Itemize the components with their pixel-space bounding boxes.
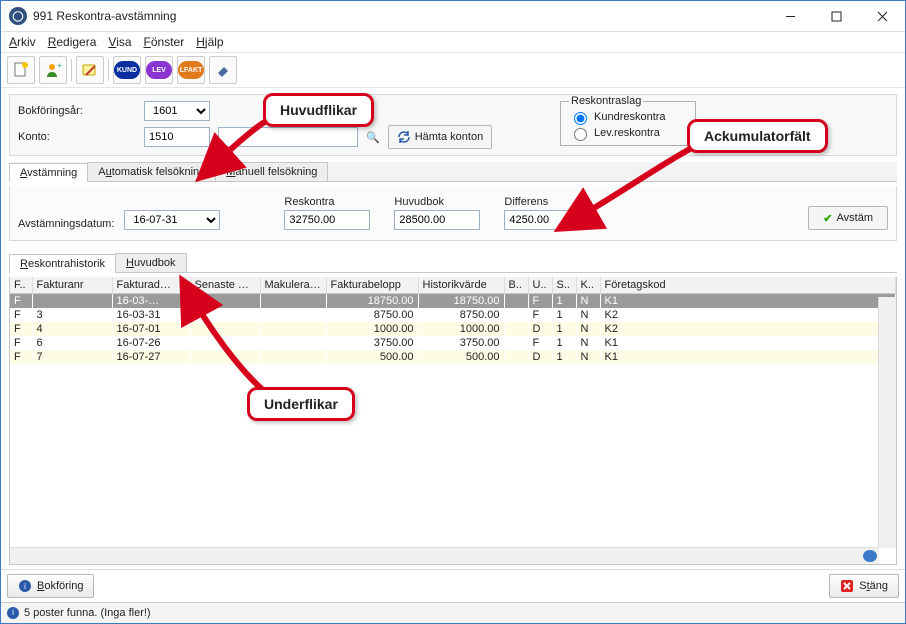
eraser-button[interactable] — [209, 56, 237, 84]
avstam-label: Avstäm — [837, 212, 873, 224]
lfakt-pill-label: LFAKT — [178, 61, 204, 79]
ledger-icon: i — [18, 579, 32, 593]
reskontraslag-group: Reskontraslag Kundreskontra Lev.reskontr… — [560, 95, 696, 146]
avstamningsdatum-label: Avstämningsdatum: — [18, 218, 114, 230]
close-red-icon — [840, 579, 854, 593]
check-icon: ✔ — [823, 212, 832, 225]
col-senaste[interactable]: Senaste … — [190, 277, 260, 294]
toolbar: + KUND LEV LFAKT — [1, 52, 905, 88]
menu-fonster[interactable]: Fönster — [144, 35, 185, 49]
toolbar-separator — [108, 59, 109, 81]
stang-button[interactable]: Stäng — [829, 574, 899, 598]
col-k[interactable]: K.. — [576, 277, 600, 294]
avstamningsdatum-select[interactable]: 16-07-31 — [124, 210, 220, 230]
reskontraslag-legend: Reskontraslag — [569, 95, 643, 107]
main-tabs: Avstämning Automatisk felsökning Manuell… — [9, 162, 897, 182]
col-s[interactable]: S.. — [552, 277, 576, 294]
menu-hjalp[interactable]: Hjälp — [196, 35, 223, 49]
tab-manuell-felsokning[interactable]: Manuell felsökning — [215, 162, 328, 181]
grid-header-row: F.. Fakturanr Fakturad… Senaste … Makule… — [10, 277, 896, 294]
menu-arkiv[interactable]: Arkiv — [9, 35, 36, 49]
lfakt-pill-button[interactable]: LFAKT — [177, 56, 205, 84]
scroll-right-icon[interactable] — [863, 550, 877, 562]
new-doc-button[interactable] — [7, 56, 35, 84]
hamta-konton-button[interactable]: Hämta konton — [388, 125, 492, 149]
reskontra-label: Reskontra — [284, 196, 370, 208]
col-b[interactable]: B.. — [504, 277, 528, 294]
callout-underflikar: Underflikar — [247, 387, 355, 421]
lev-pill-label: LEV — [146, 61, 172, 79]
menu-redigera[interactable]: Redigera — [48, 35, 97, 49]
levreskontra-radio[interactable]: Lev.reskontra — [569, 125, 687, 141]
huvudbok-label: Huvudbok — [394, 196, 480, 208]
sub-tabs: Reskontrahistorik Huvudbok — [9, 253, 897, 273]
vertical-scrollbar[interactable] — [878, 297, 896, 548]
col-u[interactable]: U.. — [528, 277, 552, 294]
hamta-konton-label: Hämta konton — [415, 131, 483, 143]
col-makulera[interactable]: Makulera… — [260, 277, 326, 294]
avstam-button[interactable]: ✔ Avstäm — [808, 206, 888, 230]
tab-avstamning[interactable]: Avstämning — [9, 163, 88, 182]
menu-visa[interactable]: Visa — [108, 35, 131, 49]
user-add-button[interactable]: + — [39, 56, 67, 84]
callout-ackumulatorfalt: Ackumulatorfält — [687, 119, 828, 153]
search-icon[interactable]: 🔍 — [366, 131, 380, 144]
lev-pill-button[interactable]: LEV — [145, 56, 173, 84]
toolbar-separator — [71, 59, 72, 81]
button-bar: i Bokföring Stäng — [1, 569, 905, 602]
status-info-icon: i — [7, 607, 19, 619]
kund-pill-label: KUND — [114, 61, 140, 79]
konto-input-2[interactable] — [218, 127, 358, 147]
accumulator-section: Avstämningsdatum: 16-07-31 Reskontra Huv… — [9, 186, 897, 241]
svg-text:i: i — [24, 582, 26, 591]
window-title: 991 Reskontra-avstämning — [33, 9, 176, 23]
konto-label: Konto: — [18, 131, 136, 143]
konto-input[interactable] — [144, 127, 210, 147]
reskontra-field[interactable] — [284, 210, 370, 230]
col-fakturad[interactable]: Fakturad… — [112, 277, 190, 294]
col-fakturanr[interactable]: Fakturanr — [32, 277, 112, 294]
minimize-button[interactable] — [767, 1, 813, 31]
kundreskontra-radio[interactable]: Kundreskontra — [569, 109, 687, 125]
subtab-huvudbok[interactable]: Huvudbok — [115, 253, 187, 272]
bokforingsar-label: Bokföringsår: — [18, 105, 136, 117]
table-row[interactable]: F716-07-27500.00500.00D1NK1 — [10, 350, 896, 364]
status-bar: i 5 poster funna. (Inga fler!) — [1, 602, 905, 623]
table-row[interactable]: F616-07-263750.003750.00F1NK1 — [10, 336, 896, 350]
bokforingsar-select[interactable]: 1601 — [144, 101, 210, 121]
differens-field[interactable] — [504, 210, 590, 230]
content-area: Bokföringsår: 1601 Reskontraslag Kundres… — [1, 88, 905, 569]
callout-huvudflikar: Huvudflikar — [263, 93, 374, 127]
bokforing-button[interactable]: i Bokföring — [7, 574, 94, 598]
table-row[interactable]: F316-03-318750.008750.00F1NK2 — [10, 308, 896, 322]
grid[interactable]: F.. Fakturanr Fakturad… Senaste … Makule… — [9, 277, 897, 565]
differens-label: Differens — [504, 196, 590, 208]
app-icon: ◯ — [9, 7, 27, 25]
col-fakturabelopp[interactable]: Fakturabelopp — [326, 277, 418, 294]
horizontal-scrollbar[interactable] — [10, 547, 879, 564]
titlebar: ◯ 991 Reskontra-avstämning — [1, 1, 905, 32]
table-row[interactable]: F16-03-…18750.0018750.00F1NK1 — [10, 294, 896, 309]
maximize-button[interactable] — [813, 1, 859, 31]
status-text: 5 poster funna. (Inga fler!) — [24, 607, 151, 619]
huvudbok-field[interactable] — [394, 210, 480, 230]
col-f[interactable]: F.. — [10, 277, 32, 294]
svg-text:+: + — [57, 61, 62, 70]
col-foretagskod[interactable]: Företagskod — [600, 277, 896, 294]
edit-note-button[interactable] — [76, 56, 104, 84]
tab-automatisk-felsokning[interactable]: Automatisk felsökning — [87, 162, 216, 181]
app-window: ◯ 991 Reskontra-avstämning Arkiv Rediger… — [0, 0, 906, 624]
refresh-icon — [397, 130, 411, 144]
col-historikvarde[interactable]: Historikvärde — [418, 277, 504, 294]
subtab-reskontrahistorik[interactable]: Reskontrahistorik — [9, 254, 116, 273]
close-button[interactable] — [859, 1, 905, 31]
kund-pill-button[interactable]: KUND — [113, 56, 141, 84]
table-row[interactable]: F416-07-011000.001000.00D1NK2 — [10, 322, 896, 336]
menubar: Arkiv Redigera Visa Fönster Hjälp — [1, 32, 905, 52]
